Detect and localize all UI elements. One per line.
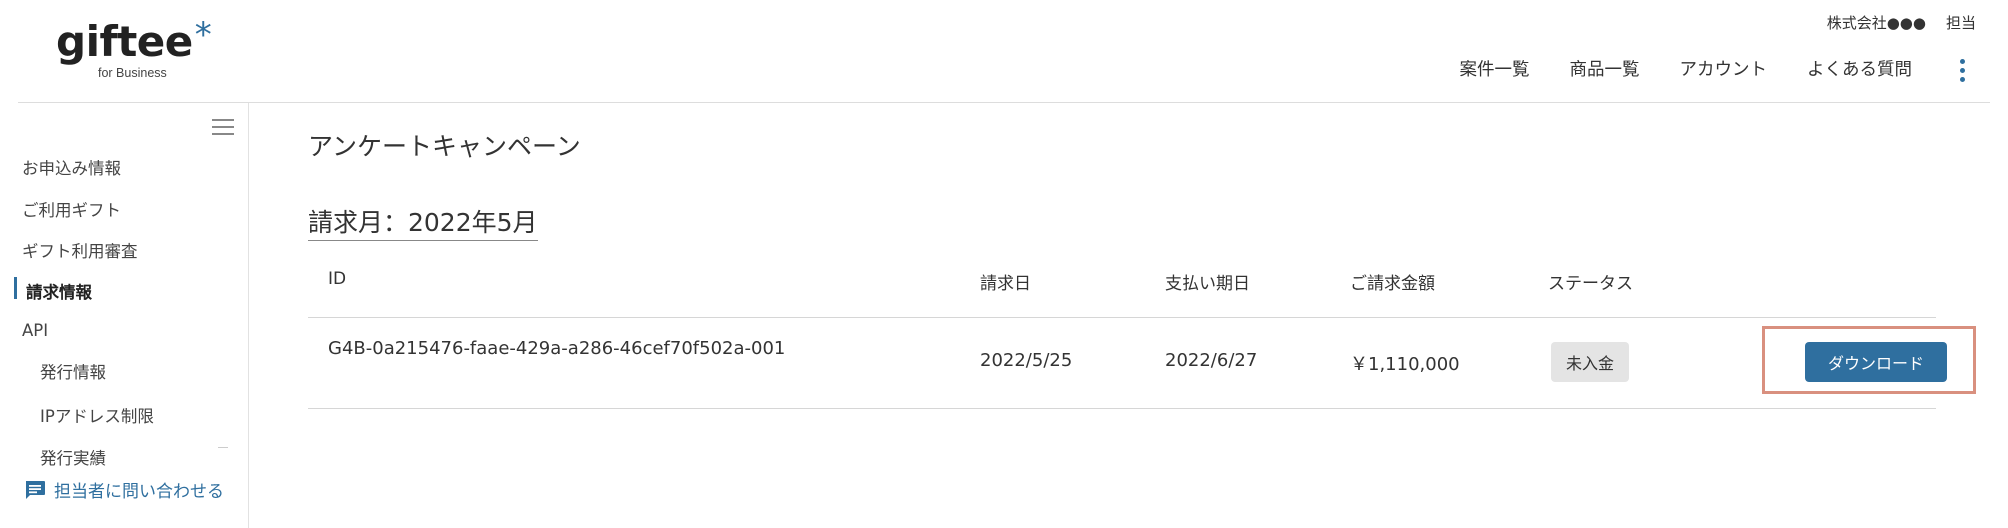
header: giftee* for Business 株式会社●●● 担当 案件一覧 商品一… [0, 0, 2008, 102]
invoice-id: G4B-0a215476-faae-429a-a286-46cef70f502a… [328, 338, 786, 359]
nav-item-faq[interactable]: よくある質問 [1787, 58, 1932, 82]
sidebar-item-billing[interactable]: 請求情報 [26, 279, 92, 303]
table-row: G4B-0a215476-faae-429a-a286-46cef70f502a… [308, 318, 1976, 409]
top-nav: 案件一覧 商品一覧 アカウント よくある質問 [1440, 58, 1975, 82]
nav-item-products[interactable]: 商品一覧 [1550, 58, 1660, 82]
logo-wordmark: giftee* [56, 15, 212, 66]
column-header-amount: ご請求金額 [1350, 274, 1435, 294]
company-name: 株式会社●●● [1826, 14, 1926, 32]
user-role: 担当 [1945, 14, 1976, 32]
download-button[interactable]: ダウンロード [1805, 342, 1947, 382]
hamburger-menu-icon[interactable] [212, 119, 234, 135]
sidebar-item-issue-history[interactable]: 発行実績 [40, 445, 106, 469]
column-header-due-date: 支払い期日 [1165, 274, 1250, 294]
contact-label: 担当者に問い合わせる [54, 482, 224, 502]
status-badge: 未入金 [1551, 342, 1629, 382]
user-info: 株式会社●●● 担当 [1827, 12, 1976, 33]
giftee-logo[interactable]: giftee* for Business [56, 15, 212, 86]
sidebar: お申込み情報 ご利用ギフト ギフト利用審査 請求情報 API 発行情報 IPアド… [0, 103, 249, 528]
nav-item-projects[interactable]: 案件一覧 [1440, 58, 1550, 82]
billing-month-heading: 請求月：2022年5月 [308, 203, 538, 241]
sidebar-item-application-info[interactable]: お申込み情報 [22, 155, 121, 179]
logo-star-icon: * [194, 15, 212, 55]
logo-subtitle: for Business [98, 66, 167, 80]
sidebar-item-gift-review[interactable]: ギフト利用審査 [22, 238, 138, 262]
contact-link[interactable]: 担当者に問い合わせる [24, 477, 224, 502]
more-vertical-icon[interactable] [1950, 58, 1974, 82]
sidebar-item-gifts-used[interactable]: ご利用ギフト [22, 197, 121, 221]
scroll-hint [218, 447, 228, 448]
active-indicator [14, 277, 17, 299]
sidebar-item-issue-info[interactable]: 発行情報 [40, 359, 106, 383]
due-date: 2022/6/27 [1165, 350, 1258, 371]
column-header-id: ID [328, 269, 347, 289]
nav-item-account[interactable]: アカウント [1660, 58, 1788, 82]
billing-amount: ￥1,110,000 [1350, 354, 1460, 375]
sidebar-item-ip-restriction[interactable]: IPアドレス制限 [40, 403, 154, 427]
table-header: ID 請求日 支払い期日 ご請求金額 ステータス [308, 253, 1936, 318]
column-header-billing-date: 請求日 [980, 274, 1031, 294]
billing-date: 2022/5/25 [980, 350, 1073, 371]
sidebar-item-api[interactable]: API [22, 321, 48, 340]
column-header-status: ステータス [1548, 274, 1633, 294]
main-content: アンケートキャンペーン 請求月：2022年5月 ID 請求日 支払い期日 ご請求… [250, 103, 2008, 528]
page-title: アンケートキャンペーン [308, 132, 581, 161]
chat-icon [26, 480, 45, 499]
